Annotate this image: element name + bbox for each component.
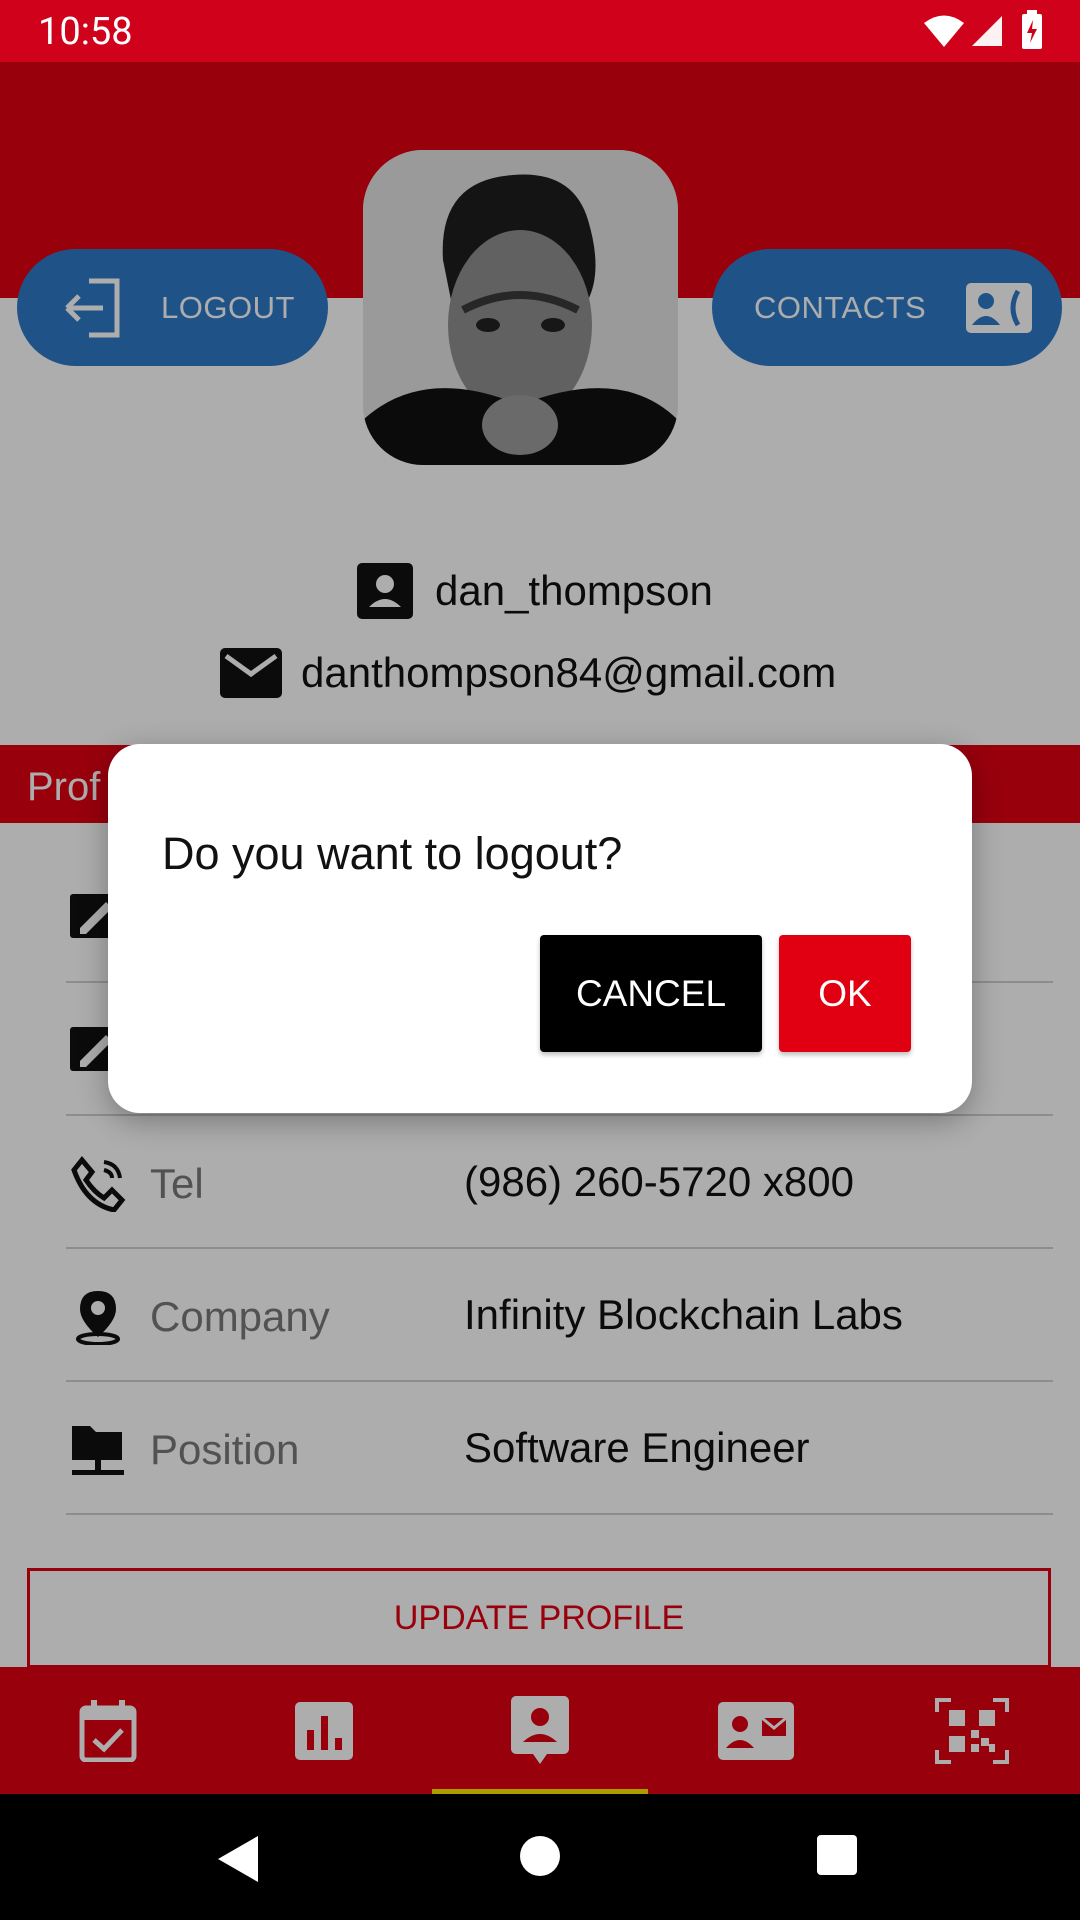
system-navigation-bar — [0, 1794, 1080, 1920]
home-icon[interactable] — [518, 1834, 562, 1878]
battery-icon — [1022, 10, 1042, 49]
cancel-button[interactable]: CANCEL — [540, 935, 762, 1052]
back-icon[interactable] — [214, 1834, 260, 1884]
status-bar: 10:58 — [0, 0, 1080, 62]
cancel-label: CANCEL — [575, 972, 727, 1014]
ok-button[interactable]: OK — [779, 935, 911, 1052]
status-time: 10:58 — [38, 10, 133, 54]
wifi-icon — [924, 15, 964, 47]
logout-confirm-dialog: Do you want to logout? CANCEL OK — [108, 744, 972, 1113]
dialog-message: Do you want to logout? — [162, 828, 623, 879]
recents-icon[interactable] — [816, 1834, 858, 1876]
signal-icon — [972, 16, 1002, 46]
ok-label: OK — [818, 972, 872, 1014]
